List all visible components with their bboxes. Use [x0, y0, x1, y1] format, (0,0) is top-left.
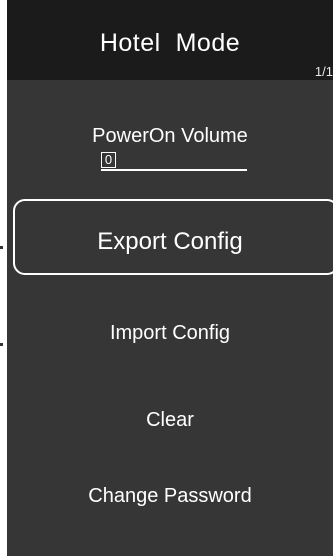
- poweron-volume-label: PowerOn Volume: [92, 125, 248, 147]
- title-bar: Hotel Mode 1/1: [7, 0, 333, 80]
- menu-item-export-config-label: Export Config: [97, 228, 243, 255]
- device-screen: Hotel Mode 1/1 PowerOn Volume 0 Export C…: [7, 0, 333, 556]
- edge-marker: [0, 246, 3, 249]
- edge-marker: [0, 343, 3, 346]
- menu-item-poweron-volume[interactable]: PowerOn Volume 0: [7, 124, 333, 174]
- poweron-volume-underline: [101, 169, 247, 171]
- page-indicator: 1/1: [314, 64, 333, 79]
- menu-item-clear[interactable]: Clear: [7, 408, 333, 432]
- menu-item-import-config[interactable]: Import Config: [7, 321, 333, 345]
- page-title: Hotel Mode: [99, 29, 241, 57]
- poweron-volume-input[interactable]: 0: [101, 152, 116, 168]
- menu-item-change-password[interactable]: Change Password: [7, 484, 333, 508]
